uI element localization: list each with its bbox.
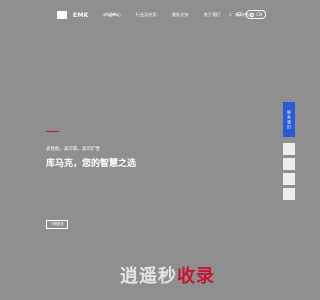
hero-headline: 库马克，您的智慧之选 <box>46 159 137 169</box>
nav-item-support[interactable]: 服务支持 <box>172 12 189 18</box>
language-switcher[interactable]: CN <box>246 10 267 19</box>
menu-icon[interactable]: ☰ <box>237 12 241 18</box>
logo-mark-icon <box>57 11 67 19</box>
learn-more-label: 了解更多 <box>50 222 64 226</box>
globe-icon <box>250 12 255 17</box>
hero-tagline: 高性能，高可靠，高可扩性 <box>46 147 100 152</box>
header-tools: ⌕ ☰ CN <box>229 10 267 19</box>
logo-brand: EMK <box>73 11 89 19</box>
nav-item-products[interactable]: 产品中心 <box>104 12 121 18</box>
watermark-text-1: 逍遥秒 <box>120 266 177 287</box>
search-icon[interactable]: ⌕ <box>229 12 232 18</box>
contact-us-label: 联系我们 <box>287 109 292 130</box>
watermark-text-2: 收录 <box>177 266 215 287</box>
watermark-logo: 逍遥秒收录 <box>120 262 215 288</box>
learn-more-button[interactable]: 了解更多 <box>46 220 68 229</box>
side-button-3[interactable] <box>283 173 295 185</box>
accent-line <box>46 131 59 133</box>
language-label: CN <box>256 12 263 17</box>
nav-item-about[interactable]: 关于我们 <box>203 12 220 18</box>
side-button-4[interactable] <box>283 188 295 200</box>
side-button-2[interactable] <box>283 158 295 170</box>
top-navigation: EMK CUMARK 产品中心 行业及应用 服务支持 关于我们 新闻中心 ⌕ ☰… <box>0 0 300 30</box>
nav-item-industry-apps[interactable]: 行业及应用 <box>136 12 157 18</box>
side-button-1[interactable] <box>283 143 295 155</box>
contact-us-tab[interactable]: 联系我们 <box>283 102 295 137</box>
